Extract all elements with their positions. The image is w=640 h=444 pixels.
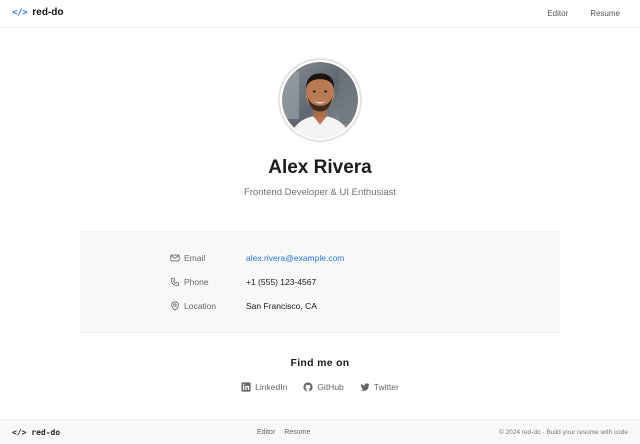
footer-brand[interactable]: </> red-do <box>12 428 60 437</box>
profile-name: Alex Rivera <box>268 157 372 178</box>
phone-value: +1 (555) 123-4567 <box>246 277 317 287</box>
brand-name: red-do <box>32 7 64 18</box>
social-link-github[interactable]: GitHub <box>303 382 344 392</box>
social-title: Find me on <box>290 357 350 369</box>
copyright-text: © 2024 red-do · Build your resume with c… <box>498 429 628 436</box>
email-label: Email <box>184 253 206 263</box>
phone-label: Phone <box>184 277 209 287</box>
nav-editor-link[interactable]: Editor <box>547 9 568 18</box>
contact-row-email: Email alex.rivera@example.com <box>170 251 344 265</box>
location-pin-icon <box>171 301 179 311</box>
social-links: LinkedIn GitHub Twitter <box>0 382 640 392</box>
social-link-linkedin[interactable]: LinkedIn <box>241 382 287 392</box>
top-nav: Editor Resume <box>547 9 620 18</box>
contact-card: Email alex.rivera@example.com Phone +1 (… <box>80 231 560 333</box>
footer: </> red-do Editor Resume © 2024 red-do ·… <box>0 419 640 444</box>
github-label: GitHub <box>317 382 344 392</box>
twitter-label: Twitter <box>373 382 399 392</box>
email-link[interactable]: alex.rivera@example.com <box>246 253 344 263</box>
twitter-icon <box>360 383 370 391</box>
footer-resume-link[interactable]: Resume <box>284 429 310 436</box>
phone-icon <box>170 277 180 287</box>
contact-row-location: Location San Francisco, CA <box>170 299 317 313</box>
social-link-twitter[interactable]: Twitter <box>360 382 399 392</box>
mail-icon <box>170 254 180 262</box>
location-value: San Francisco, CA <box>246 301 317 311</box>
github-icon <box>303 382 313 392</box>
footer-editor-link[interactable]: Editor <box>257 429 275 436</box>
nav-resume-link[interactable]: Resume <box>590 9 620 18</box>
code-brackets-icon: </> <box>12 7 28 18</box>
linkedin-icon <box>241 382 251 392</box>
contact-row-phone: Phone +1 (555) 123-4567 <box>170 275 316 289</box>
avatar-photo <box>282 62 358 138</box>
profile-tagline: Frontend Developer & UI Enthusiast <box>243 187 397 198</box>
top-navbar: </> red-do Editor Resume <box>0 0 640 28</box>
avatar <box>278 58 362 142</box>
location-label: Location <box>184 301 217 311</box>
footer-nav: Editor Resume <box>257 429 310 436</box>
brand-logo[interactable]: </> red-do <box>12 7 63 18</box>
linkedin-label: LinkedIn <box>255 382 288 392</box>
